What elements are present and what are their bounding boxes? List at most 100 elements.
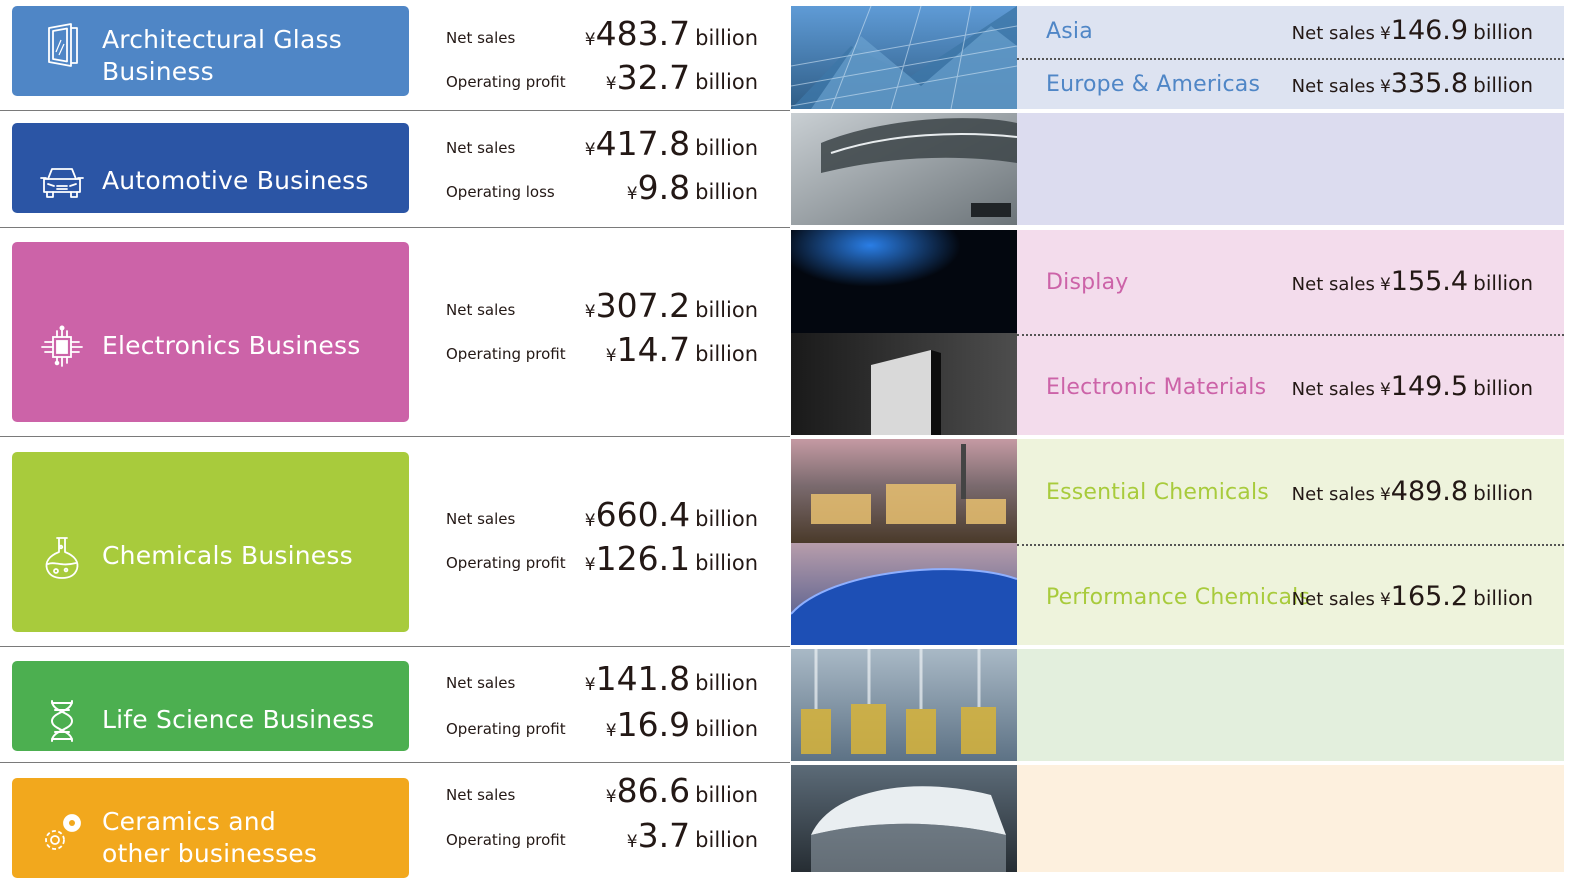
metric-label: Net sales [446,301,516,319]
metric-value: ¥307.2 billion [585,286,758,325]
sub-segment-unit: billion [1473,271,1533,295]
segment-name: Automotive Business [102,166,369,195]
metric-value: ¥141.8 billion [585,659,758,698]
metric-amount: 14.7 [616,330,691,369]
metric-amount: 126.1 [595,539,691,578]
metric-unit: billion [695,783,758,807]
sub-segment: Asia Net sales ¥146.9 billion [1017,13,1564,53]
sub-segment-sales: Net sales ¥489.8 billion [1292,476,1533,507]
metric-unit: billion [695,298,758,322]
currency-symbol: ¥ [605,74,617,94]
sub-segment-panel: Display Net sales ¥155.4 billion Electroni… [1017,230,1564,435]
metric-label: Net sales [446,139,516,157]
segment-name: other businesses [102,839,318,868]
segment-financials: Net sales ¥483.7 billion Operating profit ¥… [446,0,758,110]
metric-unit: billion [695,551,758,575]
metric-label: Net sales [446,510,516,528]
sub-segment: Display Net sales ¥155.4 billion [1017,264,1564,304]
metric-label: Net sales [446,786,516,804]
sub-segment-label: Net sales [1291,379,1375,400]
sub-segment-sales: Net sales ¥146.9 billion [1292,15,1533,46]
dotted-divider [1017,334,1564,336]
sub-segment: Essential Chemicals Net sales ¥489.8 bill… [1017,474,1564,514]
sub-segment-name: Electronic Materials [1046,375,1267,400]
metric-amount: 86.6 [616,771,691,810]
currency-symbol: ¥ [605,721,617,741]
currency-symbol: ¥ [584,140,596,160]
sub-segment-unit: billion [1473,20,1533,44]
segment-row: Electronics Business Net sales ¥307.2 bill… [0,227,1582,436]
dna-icon [39,698,85,744]
metric-value: ¥32.7 billion [606,58,758,97]
metric-label: Operating profit [446,831,566,849]
metric-value: ¥126.1 billion [585,539,758,578]
sub-segment-label: Net sales [1291,76,1375,97]
metric-amount: 417.8 [595,124,691,163]
sub-segment-label: Net sales [1291,274,1375,295]
sub-segment-amount: 155.4 [1390,266,1469,297]
gears-icon [39,810,85,856]
segment-photo [791,113,1017,225]
segment-financials: Net sales ¥141.8 billion Operating profit ¥… [446,646,758,762]
segment-photo [791,6,1017,109]
sub-segment-amount: 149.5 [1390,371,1469,402]
segment-name: Ceramics and [102,807,276,836]
currency-symbol: ¥ [1379,590,1391,610]
sub-segment-label: Net sales [1291,484,1375,505]
metric-label: Net sales [446,29,516,47]
sub-segment: Electronic Materials Net sales ¥149.5 bil… [1017,369,1564,409]
segment-row: Chemicals Business Net sales ¥660.4 billio… [0,436,1582,646]
sub-segment-label: Net sales [1291,589,1375,610]
sub-segment-amount: 165.2 [1390,581,1469,612]
currency-symbol: ¥ [584,30,596,50]
metric-value: ¥660.4 billion [585,495,758,534]
segment-row: Architectural Glass Business Net sales ¥483… [0,0,1582,110]
metric-amount: 3.7 [637,816,691,855]
currency-symbol: ¥ [626,832,638,852]
segment-photo [791,439,1017,645]
sub-segment-amount: 335.8 [1390,68,1469,99]
metric-value: ¥9.8 billion [627,168,758,207]
metric-unit: billion [695,136,758,160]
sub-segment-unit: billion [1473,586,1533,610]
currency-symbol: ¥ [1379,24,1391,44]
metric-amount: 307.2 [595,286,691,325]
segment-tile: Electronics Business [12,242,409,422]
metric-value: ¥86.6 billion [606,771,758,810]
segment-tile: Automotive Business [12,123,409,213]
segment-name: Life Science Business [102,705,375,734]
sub-segment-amount: 489.8 [1390,476,1469,507]
segment-financials: Net sales ¥86.6 billion Operating profit ¥3… [446,762,758,872]
segment-name: Electronics Business [102,331,361,360]
sub-segment-sales: Net sales ¥335.8 billion [1292,68,1533,99]
currency-symbol: ¥ [1379,380,1391,400]
sub-segment-panel [1017,765,1564,872]
metric-value: ¥417.8 billion [585,124,758,163]
metric-unit: billion [695,507,758,531]
sub-segment-name: Asia [1046,19,1093,44]
sub-segment-name: Performance Chemicals [1046,585,1311,610]
sub-segment-sales: Net sales ¥155.4 billion [1292,266,1533,297]
sub-segment-unit: billion [1473,481,1533,505]
currency-symbol: ¥ [605,787,617,807]
metric-unit: billion [695,26,758,50]
metric-label: Net sales [446,674,516,692]
currency-symbol: ¥ [584,302,596,322]
sub-segment-name: Europe & Americas [1046,72,1261,97]
metric-unit: billion [695,70,758,94]
segment-tile: Life Science Business [12,661,409,751]
segment-tile: Chemicals Business [12,452,409,632]
currency-symbol: ¥ [584,511,596,531]
sub-segment-amount: 146.9 [1390,15,1469,46]
sub-segment-unit: billion [1473,376,1533,400]
metric-label: Operating profit [446,720,566,738]
metric-unit: billion [695,342,758,366]
sub-segment: Europe & Americas Net sales ¥335.8 billio… [1017,66,1564,106]
sub-segment-panel: Asia Net sales ¥146.9 billion Europe & Ame… [1017,6,1564,109]
sub-segment-sales: Net sales ¥149.5 billion [1292,371,1533,402]
metric-value: ¥16.9 billion [606,705,758,744]
segment-tile: Architectural Glass Business [12,6,409,96]
metric-unit: billion [695,180,758,204]
segment-tile: Ceramics and other businesses [12,778,409,878]
segment-row: Ceramics and other businesses Net sales ¥86… [0,762,1582,878]
